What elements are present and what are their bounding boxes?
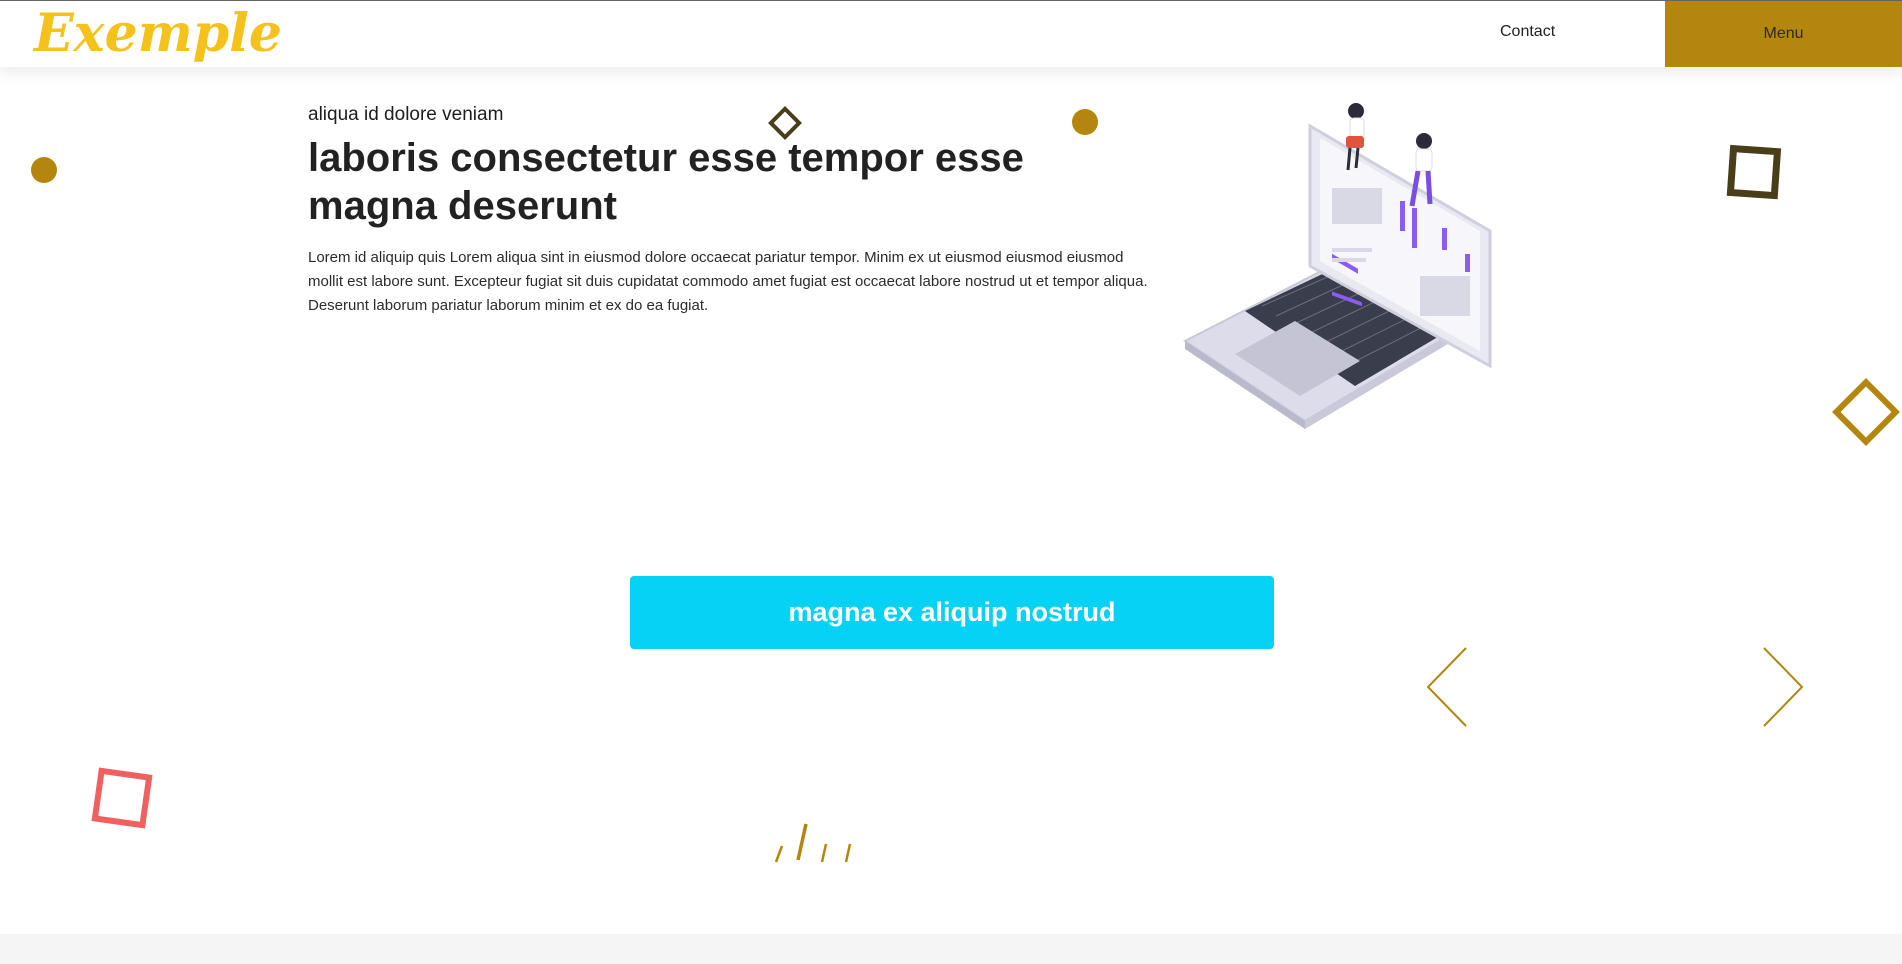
sparkle-lines-decoration	[774, 823, 852, 863]
nav-contact-link[interactable]: Contact	[1500, 23, 1555, 41]
red-square-decoration	[91, 767, 153, 829]
footer-strip	[0, 934, 1902, 964]
laptop-illustration	[1183, 103, 1493, 429]
gold-circle-decoration	[1072, 109, 1098, 135]
chevron-left-icon[interactable]	[1424, 646, 1470, 728]
chevron-right-icon[interactable]	[1760, 646, 1806, 728]
square-outline-decoration	[1726, 144, 1782, 200]
diamond-outline-decoration	[1832, 378, 1900, 446]
hero-body-text: Lorem id aliquip quis Lorem aliqua sint …	[308, 249, 1148, 314]
menu-button[interactable]: Menu	[1665, 1, 1902, 67]
site-logo[interactable]: Exemple	[34, 3, 282, 64]
gold-circle-decoration	[31, 157, 57, 183]
hero-eyebrow: aliqua id dolore veniam	[308, 104, 504, 125]
menu-button-label: Menu	[1763, 25, 1804, 42]
site-header: Exemple Contact Menu	[0, 1, 1902, 67]
hero-headline: laboris consectetur esse tempor esse mag…	[308, 136, 1024, 228]
hero-cta-button[interactable]: magna ex aliquip nostrud	[630, 576, 1274, 649]
